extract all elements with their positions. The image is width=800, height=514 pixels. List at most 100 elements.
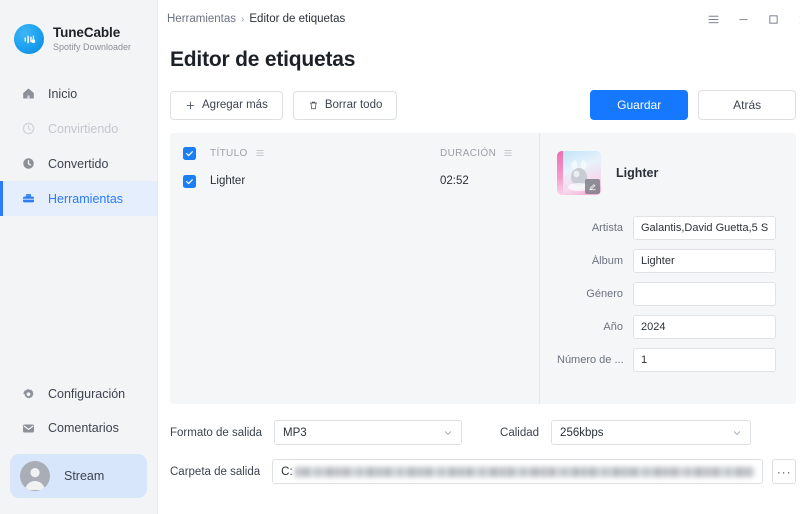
field-ano: Año 2024 [557,315,777,339]
brand-subtitle: Spotify Downloader [53,42,132,52]
field-label: Artista [591,222,623,234]
sidebar-item-convertido[interactable]: Convertido [0,146,157,181]
sidebar-item-label: Convirtiendo [48,121,119,136]
output-format-row: Formato de salida MP3 Calidad 256kbps [170,420,796,445]
output-folder-input[interactable]: C: [272,459,764,484]
message-icon [20,420,37,437]
breadcrumb-separator: › [241,13,245,25]
clear-all-label: Borrar todo [324,99,383,111]
output-format-select[interactable]: MP3 [274,420,463,445]
chevron-down-icon [732,428,742,438]
music-note-icon [14,24,44,54]
edit-pencil-icon[interactable] [585,179,600,194]
sidebar-item-herramientas[interactable]: Herramientas [0,181,157,216]
trash-icon [308,100,319,111]
hamburger-menu-icon[interactable] [698,0,728,38]
select-all-checkbox[interactable] [183,146,196,160]
sidebar-nav-bottom: Configuración Comentarios Stream [0,377,157,514]
cover-row: Lighter [557,151,776,195]
sidebar: TuneCable Spotify Downloader Inicio Conv… [0,0,158,514]
column-header-title[interactable]: TÍTULO [210,148,440,159]
breadcrumb: Herramientas › Editor de etiquetas [167,13,345,25]
album-art[interactable] [557,151,601,195]
browse-folder-button[interactable]: ··· [772,459,797,484]
quality-value: 256kbps [560,426,604,439]
output-settings: Formato de salida MP3 Calidad 256kbps Ca… [158,404,800,484]
sidebar-item-convirtiendo[interactable]: Convirtiendo [0,111,157,146]
toolbar: Agregar más Borrar todo Guardar Atrás [158,72,800,120]
detail-track-title: Lighter [616,166,659,180]
quality-group: Calidad 256kbps [500,420,752,445]
tag-details-pane: Lighter Artista Galantis,David Guetta,5 … [540,133,796,404]
genre-field[interactable] [633,282,777,306]
account-label: Stream [64,469,105,483]
toolbar-actions: Guardar Atrás [590,90,797,120]
app-window: TuneCable Spotify Downloader Inicio Conv… [0,0,800,514]
sidebar-item-configuracion[interactable]: Configuración [0,377,157,411]
year-field[interactable]: 2024 [633,315,777,339]
output-folder-value: C: [281,465,293,478]
field-numero: Número de ... 1 [557,348,777,372]
back-label: Atrás [733,98,762,112]
maximize-icon[interactable] [758,0,788,38]
gear-icon [20,386,37,403]
breadcrumb-parent[interactable]: Herramientas [167,13,236,25]
filter-icon[interactable] [255,148,265,158]
sidebar-item-label: Comentarios [48,421,119,435]
toolbox-icon [20,190,37,207]
artist-field[interactable]: Galantis,David Guetta,5 S [633,216,777,240]
minimize-icon[interactable] [728,0,758,38]
row-duration: 02:52 [440,175,469,187]
sidebar-item-label: Inicio [48,86,78,101]
avatar-icon [20,461,50,491]
close-icon[interactable] [788,0,800,38]
main-content: Herramientas › Editor de etiquetas Edito… [158,0,800,514]
add-more-button[interactable]: Agregar más [170,90,283,120]
filter-icon[interactable] [503,148,513,158]
row-title: Lighter [210,175,246,187]
account-card-stream[interactable]: Stream [10,454,147,498]
sidebar-item-comentarios[interactable]: Comentarios [0,411,157,445]
field-genero: Género [557,282,777,306]
clock-icon [20,155,37,172]
sidebar-nav-top: Inicio Convirtiendo Convertido Herramien… [0,76,157,216]
brand-header: TuneCable Spotify Downloader [0,0,157,62]
home-icon [20,85,37,102]
folder-label: Carpeta de salida [170,465,261,478]
table-row[interactable]: Lighter 02:52 [170,161,539,189]
sidebar-item-label: Herramientas [48,191,124,206]
quality-select[interactable]: 256kbps [551,420,752,445]
converting-icon [20,120,37,137]
field-label: Año [603,321,623,333]
brand-name: TuneCable [53,25,121,40]
chevron-down-icon [443,428,453,438]
output-format-value: MP3 [283,426,307,439]
track-number-field[interactable]: 1 [633,348,777,372]
page-title: Editor de etiquetas [170,48,356,71]
redacted-path-blur [294,466,755,477]
sidebar-item-inicio[interactable]: Inicio [0,76,157,111]
field-label: Número de ... [557,354,624,366]
clear-all-button[interactable]: Borrar todo [292,90,398,120]
field-label: Álbum [591,255,623,267]
tag-fields: Artista Galantis,David Guetta,5 S Álbum … [557,216,777,372]
output-folder-row: Carpeta de salida C: ··· [170,459,797,484]
track-list: TÍTULO DURACIÓN Lighter 02:52 [170,133,539,404]
format-label: Formato de salida [170,426,263,439]
table-header-row: TÍTULO DURACIÓN [170,133,539,161]
sidebar-item-label: Configuración [48,387,126,401]
save-button[interactable]: Guardar [590,90,689,120]
plus-icon [185,100,196,111]
album-field[interactable]: Lighter [633,249,777,273]
save-label: Guardar [617,98,662,112]
back-button[interactable]: Atrás [698,90,797,120]
row-checkbox[interactable] [183,174,196,188]
column-header-duration[interactable]: DURACIÓN [440,148,513,159]
field-artista: Artista Galantis,David Guetta,5 S [557,216,777,240]
editor-panel: TÍTULO DURACIÓN Lighter 02:52 Lighter Ar… [170,133,797,404]
field-label: Género [586,288,623,300]
sidebar-item-label: Convertido [48,156,109,171]
add-more-label: Agregar más [202,99,268,111]
titlebar: Herramientas › Editor de etiquetas [158,0,800,38]
window-controls [698,0,800,38]
